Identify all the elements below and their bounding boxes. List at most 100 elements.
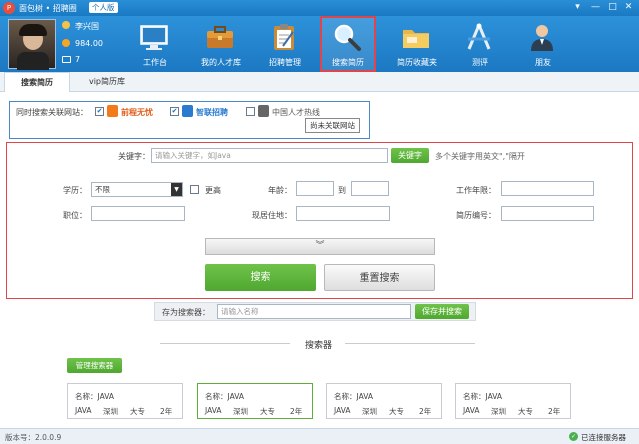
nav-label: 工作台 xyxy=(143,58,167,67)
avatar[interactable] xyxy=(8,19,56,70)
expand-more-button[interactable]: ︾ xyxy=(205,238,435,255)
keyword-button[interactable]: 关键字 xyxy=(391,148,429,163)
status-bar: 版本号：2.0.0.9 ✓ 已连接服务器 xyxy=(0,428,639,444)
manage-searchers-button[interactable]: 管理搜索器 xyxy=(67,358,122,373)
nav-favorites[interactable]: 简历收藏夹 xyxy=(389,16,445,72)
nav-recruit-manage[interactable]: 招聘管理 xyxy=(257,16,313,72)
nav-assessment[interactable]: 测评 xyxy=(452,16,508,72)
close-button[interactable]: ✕ xyxy=(622,1,635,13)
tab-bar: 搜索简历 vip简历库 xyxy=(0,72,639,92)
searcher-name-input[interactable]: 请输入名称 xyxy=(217,304,411,319)
user-points: 984.00 xyxy=(75,39,103,48)
monitor-icon xyxy=(140,25,168,50)
searcher-card[interactable]: 名称：JAVA JAVA 深圳 大专 2年 xyxy=(197,383,313,419)
save-and-search-button[interactable]: 保存并搜索 xyxy=(415,304,469,319)
searcher-keyword: JAVA xyxy=(205,406,222,415)
searcher-card[interactable]: 名称：JAVA JAVA 深圳 大专 2年 xyxy=(455,383,571,419)
searcher-edu: 大专 xyxy=(130,407,145,416)
position-label: 职位： xyxy=(63,211,87,220)
nav-search-resume[interactable]: 搜索简历 xyxy=(320,16,376,72)
searcher-years: 2年 xyxy=(290,407,303,416)
site1-checkbox[interactable]: ✔ xyxy=(95,107,104,116)
nav-talent-pool[interactable]: 我的人才库 xyxy=(193,16,249,72)
age-min-input[interactable] xyxy=(296,181,334,196)
searcher-city: 深圳 xyxy=(362,407,377,416)
nav-label: 搜索简历 xyxy=(332,58,364,67)
resume-no-label: 简历编号： xyxy=(456,211,496,220)
searcher-city: 深圳 xyxy=(103,407,118,416)
keyword-label: 关键字： xyxy=(118,152,150,161)
location-input[interactable] xyxy=(296,206,390,221)
nav-label: 招聘管理 xyxy=(269,58,301,67)
nav-workbench[interactable]: 工作台 xyxy=(127,16,183,72)
searcher-name: 名称：JAVA xyxy=(205,392,245,401)
search-panel: 关键字： 请输入关键字，如Java 关键字 多个关键字用英文","隔开 学历： … xyxy=(6,142,633,299)
connection-status: 已连接服务器 xyxy=(581,433,626,442)
settings-icon[interactable]: ▾ xyxy=(571,1,584,13)
site3-name: 中国人才热线 xyxy=(272,108,320,117)
searcher-keyword: JAVA xyxy=(463,406,480,415)
nav-friends[interactable]: 朋友 xyxy=(515,16,571,72)
rencai-logo-icon xyxy=(258,105,269,117)
unlinked-tooltip: 尚未关联网站 xyxy=(305,118,360,133)
site2-name: 智联招聘 xyxy=(196,108,228,117)
save-searcher-label: 存为搜索器： xyxy=(162,308,210,317)
searcher-name: 名称：JAVA xyxy=(463,392,503,401)
nav-label: 测评 xyxy=(472,58,488,67)
searcher-card[interactable]: 名称：JAVA JAVA 深圳 大专 2年 xyxy=(326,383,442,419)
position-input[interactable] xyxy=(91,206,185,221)
compass-tools-icon xyxy=(467,23,491,50)
above-label: 更高 xyxy=(205,186,221,195)
minimize-button[interactable]: — xyxy=(589,1,602,13)
education-select[interactable]: 不限 ▼ xyxy=(91,182,183,197)
tab-vip-resume[interactable]: vip简历库 xyxy=(74,72,140,92)
linked-sites-panel: 同时搜索关联网站： ✔ 前程无忧 ✔ 智联招聘 中国人才热线 尚未关联网站 xyxy=(9,101,370,139)
message-icon[interactable] xyxy=(62,56,71,63)
magnifier-icon xyxy=(334,24,361,51)
folder-icon xyxy=(403,30,429,48)
resume-no-input[interactable] xyxy=(501,206,594,221)
work-years-input[interactable] xyxy=(501,181,594,196)
search-button[interactable]: 搜索 xyxy=(205,264,316,291)
work-years-label: 工作年限： xyxy=(456,186,496,195)
qiancheng-logo-icon xyxy=(107,105,118,117)
person-icon xyxy=(531,25,553,51)
site2-checkbox[interactable]: ✔ xyxy=(170,107,179,116)
app-logo-icon: P xyxy=(3,2,15,14)
searcher-card[interactable]: 名称：JAVA JAVA 深圳 大专 2年 xyxy=(67,383,183,419)
age-to-label: 到 xyxy=(338,186,346,195)
edition-badge: 个人版 xyxy=(89,2,118,13)
searcher-keyword: JAVA xyxy=(75,406,92,415)
searcher-name: 名称：JAVA xyxy=(334,392,374,401)
briefcase-icon xyxy=(207,26,233,48)
searcher-city: 深圳 xyxy=(233,407,248,416)
searcher-city: 深圳 xyxy=(491,407,506,416)
nav-label: 简历收藏夹 xyxy=(397,58,437,67)
searchers-divider-left xyxy=(160,343,290,344)
linked-sites-label: 同时搜索关联网站： xyxy=(16,108,88,117)
location-label: 现居住地： xyxy=(252,211,292,220)
searcher-edu: 大专 xyxy=(518,407,533,416)
zhilian-logo-icon xyxy=(182,105,193,117)
searcher-keyword: JAVA xyxy=(334,406,351,415)
tab-search-resume[interactable]: 搜索简历 xyxy=(4,72,70,92)
site1-name: 前程无忧 xyxy=(121,108,153,117)
searcher-years: 2年 xyxy=(419,407,432,416)
searcher-years: 2年 xyxy=(548,407,561,416)
searcher-edu: 大专 xyxy=(260,407,275,416)
clipboard-icon xyxy=(274,24,294,50)
age-max-input[interactable] xyxy=(351,181,389,196)
maximize-button[interactable]: □ xyxy=(606,1,619,13)
chevron-down-icon[interactable]: ▼ xyxy=(171,183,182,196)
education-value: 不限 xyxy=(95,185,110,194)
title-bar: P 面包树 • 招聘圈 个人版 ▾ — □ ✕ xyxy=(0,0,639,16)
double-chevron-down-icon: ︾ xyxy=(315,241,325,251)
reset-search-button[interactable]: 重置搜索 xyxy=(324,264,435,291)
searchers-divider-right xyxy=(345,343,475,344)
user-name: 李兴国 xyxy=(75,22,99,31)
site3-checkbox[interactable] xyxy=(246,107,255,116)
keyword-input[interactable]: 请输入关键字，如Java xyxy=(151,148,388,163)
age-label: 年龄： xyxy=(268,186,292,195)
message-count: 7 xyxy=(75,55,81,64)
above-checkbox[interactable] xyxy=(190,185,199,194)
